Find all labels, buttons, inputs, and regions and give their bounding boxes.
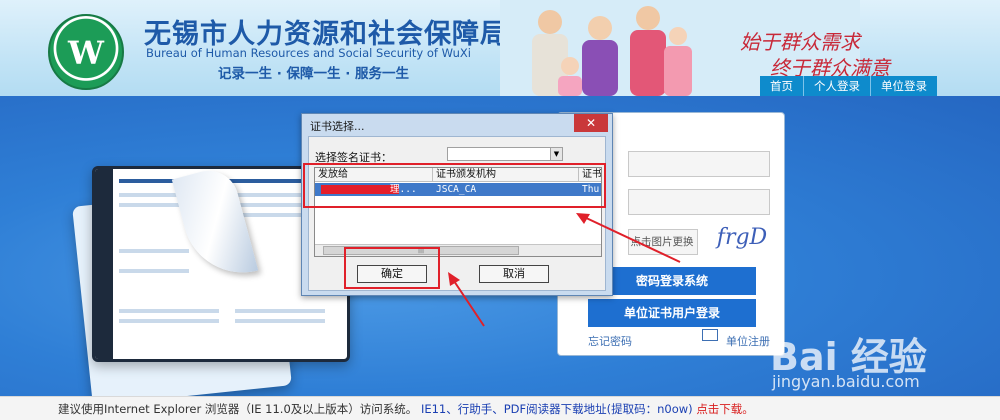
- password-input[interactable]: [628, 189, 770, 215]
- chevron-down-icon[interactable]: ▼: [550, 148, 562, 160]
- monitor-icon: [702, 329, 718, 341]
- captcha-refresh-button[interactable]: 点击图片更换: [625, 229, 699, 255]
- baidu-watermark-url: jingyan.baidu.com: [772, 372, 920, 391]
- browser-notice: 建议使用Internet Explorer 浏览器（IE 11.0及以上版本）访…: [58, 402, 418, 416]
- footer-notice: 建议使用Internet Explorer 浏览器（IE 11.0及以上版本）访…: [0, 396, 1000, 420]
- header-banner: W 无锡市人力资源和社会保障局 Bureau of Human Resource…: [0, 0, 1000, 96]
- cert-login-button[interactable]: 单位证书用户登录: [588, 299, 756, 327]
- nav-unit-login[interactable]: 单位登录: [870, 76, 937, 96]
- download-info: IE11、行助手、PDF阅读器下载地址(提取码：n0ow): [420, 402, 693, 416]
- bureau-logo: W: [48, 14, 124, 90]
- cert-select-dropdown[interactable]: ▼: [447, 147, 563, 161]
- nav-home[interactable]: 首页: [760, 76, 803, 96]
- site-title-en: Bureau of Human Resources and Social Sec…: [146, 46, 471, 60]
- highlight-cert-row: [303, 163, 606, 208]
- password-login-button[interactable]: 密码登录系统: [588, 267, 756, 295]
- cancel-button[interactable]: 取消: [479, 265, 549, 283]
- dialog-title: 证书选择...: [310, 120, 365, 133]
- unit-register-link[interactable]: 单位注册: [726, 333, 770, 349]
- close-icon[interactable]: ✕: [574, 114, 608, 132]
- nav-personal-login[interactable]: 个人登录: [803, 76, 870, 96]
- slogan-calligraphy-1: 始于群众需求: [740, 30, 860, 54]
- mockup-sidebar: [95, 169, 113, 359]
- forgot-password-link[interactable]: 忘记密码: [588, 333, 632, 349]
- download-link[interactable]: 点击下载。: [696, 402, 754, 416]
- site-slogan: 记录一生 · 保障一生 · 服务一生: [218, 66, 410, 82]
- captcha-image[interactable]: frgD: [713, 225, 771, 259]
- top-nav: 首页 个人登录 单位登录: [760, 76, 937, 96]
- username-input[interactable]: [628, 151, 770, 177]
- highlight-confirm-button: [344, 247, 440, 289]
